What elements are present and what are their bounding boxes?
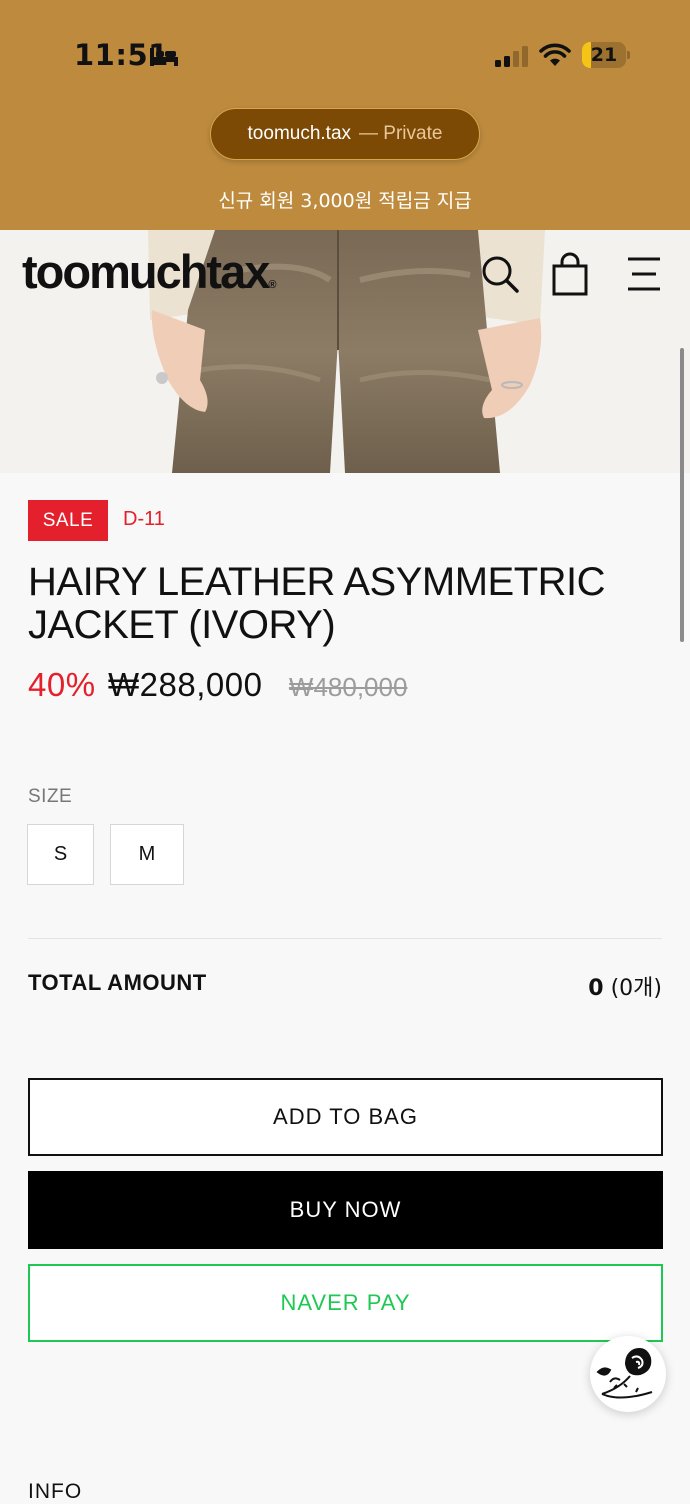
size-option-s[interactable]: S — [27, 824, 94, 885]
logo-text: toomuchtax — [22, 245, 270, 298]
original-price: ₩480,000 — [288, 672, 408, 702]
site-logo[interactable]: toomuchtax® — [22, 248, 276, 295]
battery-indicator: 21 — [582, 42, 630, 68]
size-label: SIZE — [28, 786, 73, 807]
battery-percent: 21 — [590, 44, 618, 66]
search-icon[interactable] — [478, 252, 522, 296]
private-mode-label: — Private — [359, 123, 443, 144]
info-section-label: INFO — [28, 1480, 83, 1503]
address-bar[interactable]: toomuch.tax — Private — [210, 108, 480, 160]
add-to-bag-button[interactable]: ADD TO BAG — [28, 1078, 663, 1156]
naver-pay-button[interactable]: NAVER PAY — [28, 1264, 663, 1342]
wifi-icon — [539, 43, 571, 66]
address-url: toomuch.tax — [247, 123, 352, 144]
product-title: HAIRY LEATHER ASYMMETRIC JACKET (IVORY) — [28, 560, 606, 647]
promo-banner[interactable]: 신규 회원 3,000원 적립금 지급 — [0, 186, 690, 213]
divider — [28, 938, 662, 939]
sale-price: ₩288,000 — [108, 666, 263, 703]
rose-chat-icon[interactable] — [590, 1336, 666, 1412]
size-option-m[interactable]: M — [110, 824, 184, 885]
sale-badge: SALE — [28, 500, 108, 541]
total-amount-number: 0 — [588, 976, 604, 1001]
discount-percent: 40% — [28, 666, 96, 703]
page-scrollbar[interactable] — [680, 348, 684, 642]
menu-icon[interactable] — [622, 252, 666, 296]
total-item-count: (0개) — [610, 976, 662, 1001]
cellular-signal-icon — [495, 46, 528, 67]
buy-now-button[interactable]: BUY NOW — [28, 1171, 663, 1249]
price-row: 40% ₩288,000 ₩480,000 — [28, 666, 668, 704]
total-amount-label: TOTAL AMOUNT — [28, 970, 207, 995]
total-amount-value: 0 (0개) — [588, 970, 662, 1002]
logo-registered-mark: ® — [268, 279, 277, 291]
shopping-bag-icon[interactable] — [548, 252, 592, 296]
sale-countdown: D-11 — [123, 508, 165, 530]
sleep-bed-icon — [150, 48, 178, 66]
